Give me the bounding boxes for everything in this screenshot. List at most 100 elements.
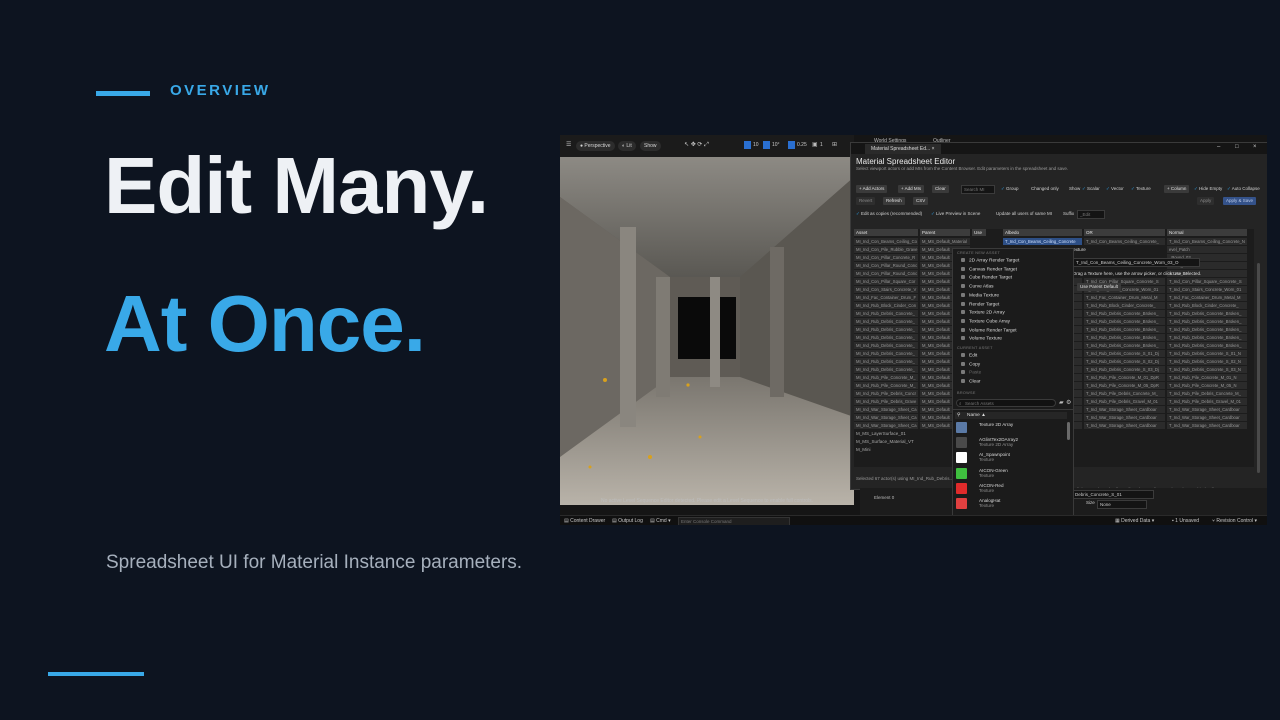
live-preview-checkbox[interactable]: ✓ Live Preview in Scene <box>931 210 980 218</box>
minimize-icon[interactable]: – <box>1217 144 1220 150</box>
table-cell[interactable]: MI_Ind_Con_Pile_Rubble_Grave <box>854 246 918 253</box>
texture-picker-combo[interactable]: T_Ind_Con_Beams_Ceiling_Concrete_Worn_03… <box>1072 258 1200 267</box>
settings-icon[interactable]: ⚙ <box>1066 399 1071 406</box>
table-cell[interactable]: T_Ind_Rub_Debris_Concrete_Broken_ <box>1167 342 1247 349</box>
table-cell[interactable]: MI_Ind_Con_Pillar_Round_Conc <box>854 270 918 277</box>
table-cell[interactable]: T_Ind_Rub_Debris_Concrete_S_02_N <box>1167 358 1247 365</box>
table-cell[interactable]: MI_Ind_Rub_Debris_Concrete_ <box>854 310 918 317</box>
table-cell[interactable]: MI_Ind_Rub_Pile_Debris_Concr <box>854 390 918 397</box>
table-cell[interactable]: T_Ind_Con_Beams_Ceiling_Concrete <box>1003 238 1082 245</box>
derived-data-button[interactable]: ▦ Derived Data ▾ <box>1115 517 1154 525</box>
table-cell[interactable]: T_Ind_Fac_Container_Drum_Metal_M <box>1167 294 1247 301</box>
table-cell[interactable]: MI_Ind_Rub_Debris_Concrete_ <box>854 326 918 333</box>
table-cell[interactable]: T_Ind_Rub_Pile_Concrete_M_01_N <box>1167 374 1247 381</box>
content-drawer-button[interactable]: ▤ Content Drawer <box>564 517 605 525</box>
grid-snap-icon[interactable] <box>744 141 751 149</box>
table-cell[interactable]: MI_Ind_War_Storage_Sheet_Ca <box>854 422 918 429</box>
asset-list-item[interactable]: AGlintTex2DArray2 Texture 2D Array <box>979 437 1018 447</box>
table-cell[interactable]: T_Ind_Rub_Debris_Concrete_S_03_N <box>1167 366 1247 373</box>
table-cell[interactable]: MI_Ind_Rub_Pile_Concrete_M_ <box>854 374 918 381</box>
add-actors-button[interactable]: + Add Actors <box>856 185 888 193</box>
menu-item[interactable]: Edit <box>961 353 977 358</box>
menu-item[interactable]: Texture Cube Array <box>961 318 1010 324</box>
table-cell[interactable]: T_Ind_Rub_Debris_Concrete_Broken_ <box>1084 334 1165 341</box>
use-parent-default-button[interactable]: Use Parent Default <box>1077 283 1122 291</box>
table-cell[interactable]: T_Ind_Rub_Debris_Concrete_S_01_Dj <box>1084 350 1165 357</box>
revert-button[interactable]: Revert <box>856 197 876 205</box>
menu-item[interactable]: 2D Array Render Target <box>961 258 1019 263</box>
table-cell[interactable]: MI_Ind_War_Storage_Sheet_Ca <box>854 406 918 413</box>
grid-scrollbar[interactable] <box>1257 263 1260 473</box>
table-cell[interactable]: MI_Ind_Con_Stairs_Concrete_V <box>854 286 918 293</box>
angle-value[interactable]: 10° <box>772 142 780 148</box>
column-header[interactable]: Albedo <box>1003 229 1082 236</box>
unsaved-button[interactable]: ▪ 1 Unsaved <box>1172 517 1199 525</box>
column-header[interactable]: Normal <box>1167 229 1247 236</box>
menu-item[interactable]: Media Texture <box>961 292 999 298</box>
menu-item[interactable]: Texture 2D Array <box>961 310 1005 315</box>
table-cell[interactable]: T_Ind_War_Storage_Sheet_Cardboar <box>1084 414 1165 421</box>
edit-as-copies-checkbox[interactable]: ✓ Edit as copies (recommended) <box>856 210 922 218</box>
editor-tab[interactable]: Material Spreadsheet Ed... × <box>865 144 941 154</box>
menu-item[interactable]: Canvas Render Target <box>961 266 1017 272</box>
csv-button[interactable]: CSV <box>913 197 929 205</box>
scale-value[interactable]: 0.25 <box>797 142 807 148</box>
window-close-icon[interactable]: × <box>1253 144 1257 150</box>
table-cell[interactable]: T_Ind_Rub_Debris_Concrete_Broken_ <box>1167 326 1247 333</box>
show-button[interactable]: Show <box>640 141 661 151</box>
table-cell[interactable]: MI_Ind_Fac_Container_Drum_F <box>854 294 918 301</box>
texture-value-combo[interactable]: Debris_Concrete_S_01 <box>1072 490 1154 499</box>
table-cell[interactable]: T_Ind_War_Storage_Sheet_Cardboar <box>1084 422 1165 429</box>
clear-button[interactable]: Clear <box>932 185 949 193</box>
asset-list-item[interactable]: AICON-Red Texture <box>979 483 1004 493</box>
revision-control-button[interactable]: ⑂ Revision Control ▾ <box>1212 517 1257 525</box>
menu-item[interactable]: Clear <box>961 379 980 384</box>
auto-collapse-checkbox[interactable]: ✓ Auto Collapse <box>1227 185 1260 193</box>
column-header[interactable]: Asset <box>854 229 918 236</box>
folder-icon[interactable]: ▰ <box>1059 399 1064 406</box>
table-cell[interactable]: T_Ind_Rub_Pile_Debris_Gravel_M_01 <box>1084 398 1165 405</box>
menu-item[interactable]: Copy <box>961 361 980 367</box>
table-cell[interactable]: T_Ind_Fac_Container_Drum_Metal_M <box>1084 294 1165 301</box>
asset-list-item[interactable]: AnalogHat Texture <box>979 498 1000 508</box>
table-cell[interactable]: T_Ind_Rub_Pile_Debris_Gravel_M_01 <box>1167 398 1247 405</box>
table-cell[interactable]: MI_Ind_Con_Pillar_Round_Conc <box>854 262 918 269</box>
add-mis-button[interactable]: + Add MIs <box>898 185 925 193</box>
table-cell[interactable]: T_Ind_Rub_Debris_Concrete_Broken_ <box>1084 318 1165 325</box>
table-cell[interactable]: MI_Ind_Con_Pillar_Square_Cor <box>854 278 918 285</box>
transform-tools-icon[interactable]: ↖ ✥ ⟳ ⤢ <box>684 141 709 149</box>
perspective-button[interactable]: ● Perspective <box>576 141 615 151</box>
camera-speed-value[interactable]: 1 <box>820 142 823 148</box>
table-cell[interactable]: MI_Ind_Rub_Debris_Concrete_ <box>854 318 918 325</box>
table-cell[interactable]: T_Ind_Rub_Block_Cinder_Concrete_ <box>1084 302 1165 309</box>
lit-button[interactable]: ◐ Lit <box>618 141 636 151</box>
menu-item[interactable]: Cube Render Target <box>961 275 1012 281</box>
changed-only-checkbox[interactable]: Changed only <box>1031 185 1059 193</box>
menu-item[interactable]: Paste <box>961 370 981 376</box>
menu-item[interactable]: Volume Texture <box>961 336 1002 342</box>
output-log-button[interactable]: ▤ Output Log <box>612 517 643 525</box>
asset-scrollbar[interactable] <box>1067 422 1070 440</box>
table-cell[interactable]: T_Ind_Con_Beams_Ceiling_Concrete_N <box>1167 238 1247 245</box>
table-cell[interactable]: MI_Ind_War_Storage_Sheet_Ca <box>854 414 918 421</box>
table-cell[interactable]: MI_Ind_Rub_Debris_Concrete_ <box>854 334 918 341</box>
apply-button[interactable]: Apply <box>1197 197 1215 205</box>
table-row[interactable]: MI_Ind_Con_Beams_Ceiling_Co M_MS_Default_… <box>854 238 1254 246</box>
asset-list-item[interactable]: Texture 2D Array <box>979 422 1013 427</box>
table-cell[interactable]: MI_Ind_Rub_Debris_Concrete_ <box>854 342 918 349</box>
table-cell[interactable]: T_Ind_Con_Pillar_Square_Concrete_S <box>1167 278 1247 285</box>
material-group-row[interactable]: M_MS_LayerSurface_01 <box>854 430 956 437</box>
table-cell[interactable]: T_Ind_Rub_Debris_Concrete_Broken_ <box>1167 310 1247 317</box>
search-mi-input[interactable]: Search MI <box>961 185 995 194</box>
menu-item[interactable]: Volume Render Target <box>961 327 1017 333</box>
menu-icon[interactable]: ☰ <box>566 141 571 148</box>
table-cell[interactable]: T_Ind_Rub_Debris_Concrete_Broken_ <box>1084 326 1165 333</box>
table-cell[interactable]: M_MS_Default_Material <box>920 238 970 245</box>
layout-icon[interactable]: ⊞ <box>832 141 837 148</box>
table-cell[interactable]: evel_Patch <box>1167 246 1247 253</box>
add-column-button[interactable]: + Column <box>1164 185 1190 193</box>
table-cell[interactable]: T_Ind_Rub_Block_Cinder_Concrete_ <box>1167 302 1247 309</box>
hide-empty-checkbox[interactable]: ✓ Hide Empty <box>1194 185 1222 193</box>
console-input[interactable]: Enter Console Command <box>678 517 790 525</box>
level-viewport[interactable] <box>560 157 854 505</box>
